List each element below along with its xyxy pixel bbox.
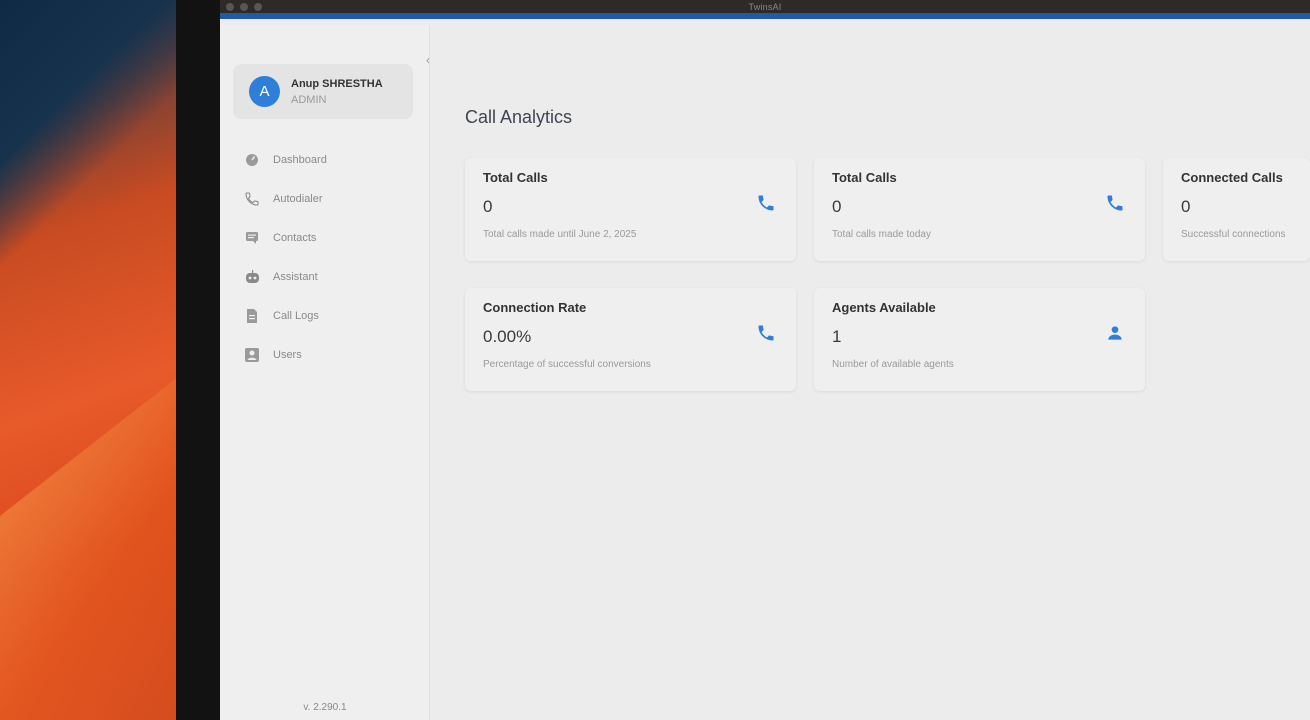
card-subtitle: Percentage of successful conversions <box>483 359 651 370</box>
card-value: 1 <box>832 327 842 346</box>
sidebar-item-label: Dashboard <box>273 153 327 166</box>
stat-card-connection-rate: Connection Rate 0.00% Percentage of succ… <box>465 288 796 391</box>
titlebar: TwinsAI <box>220 0 1310 19</box>
avatar: A <box>249 76 280 107</box>
sidebar-item-label: Autodialer <box>273 192 323 205</box>
version-label: v. 2.290.1 <box>303 702 347 713</box>
card-title: Connection Rate <box>483 300 587 315</box>
dashboard-icon <box>244 152 260 168</box>
card-title: Agents Available <box>832 300 936 315</box>
phone-icon <box>244 191 260 207</box>
page-title: Call Analytics <box>465 107 573 127</box>
sidebar-item-label: Call Logs <box>273 309 319 322</box>
sidebar-item-autodialer[interactable]: Autodialer <box>244 179 414 218</box>
main-content: Call Analytics Total Calls 0 Total calls… <box>465 25 1310 720</box>
collapse-sidebar-button[interactable]: ‹ <box>426 53 430 67</box>
card-title: Connected Calls <box>1181 170 1283 185</box>
stat-card-total-calls-today: Total Calls 0 Total calls made today <box>814 158 1145 261</box>
document-icon <box>244 308 260 324</box>
profile-name: Anup SHRESTHA <box>291 77 383 90</box>
card-subtitle: Successful connections <box>1181 229 1286 240</box>
sidebar-nav: Dashboard Autodialer Contacts Assistant <box>244 140 414 374</box>
window-title: TwinsAI <box>748 1 782 12</box>
person-icon <box>1105 323 1125 348</box>
card-value: 0 <box>1181 197 1191 216</box>
stat-card-agents-available: Agents Available 1 Number of available a… <box>814 288 1145 391</box>
stat-card-total-calls: Total Calls 0 Total calls made until Jun… <box>465 158 796 261</box>
sidebar-item-label: Assistant <box>273 270 318 283</box>
stat-card-connected-calls: Connected Calls 0 Successful connections <box>1163 158 1310 261</box>
card-subtitle: Total calls made until June 2, 2025 <box>483 229 637 240</box>
card-subtitle: Number of available agents <box>832 359 954 370</box>
sidebar-item-assistant[interactable]: Assistant <box>244 257 414 296</box>
sidebar-item-contacts[interactable]: Contacts <box>244 218 414 257</box>
user-icon <box>244 347 260 363</box>
sidebar-item-label: Contacts <box>273 231 317 244</box>
sidebar-item-call-logs[interactable]: Call Logs <box>244 296 414 335</box>
contacts-icon <box>244 230 260 246</box>
desktop-wallpaper <box>0 0 176 720</box>
card-title: Total Calls <box>832 170 897 185</box>
card-value: 0 <box>832 197 842 216</box>
card-value: 0 <box>483 197 493 216</box>
sidebar: A Anup SHRESTHA ADMIN Dashboard Autodial… <box>220 25 430 720</box>
robot-icon <box>244 269 260 285</box>
sidebar-item-users[interactable]: Users <box>244 335 414 374</box>
sidebar-item-dashboard[interactable]: Dashboard <box>244 140 414 179</box>
phone-icon <box>756 323 776 348</box>
app-window: TwinsAI A Anup SHRESTHA ADMIN Dashboard … <box>220 0 1310 720</box>
sidebar-item-label: Users <box>273 348 302 361</box>
card-title: Total Calls <box>483 170 548 185</box>
phone-icon <box>756 193 776 218</box>
card-subtitle: Total calls made today <box>832 229 931 240</box>
card-value: 0.00% <box>483 327 532 346</box>
profile-role: ADMIN <box>291 93 327 106</box>
profile-card[interactable]: A Anup SHRESTHA ADMIN <box>233 64 413 119</box>
desktop-gap <box>176 0 220 720</box>
phone-icon <box>1105 193 1125 218</box>
